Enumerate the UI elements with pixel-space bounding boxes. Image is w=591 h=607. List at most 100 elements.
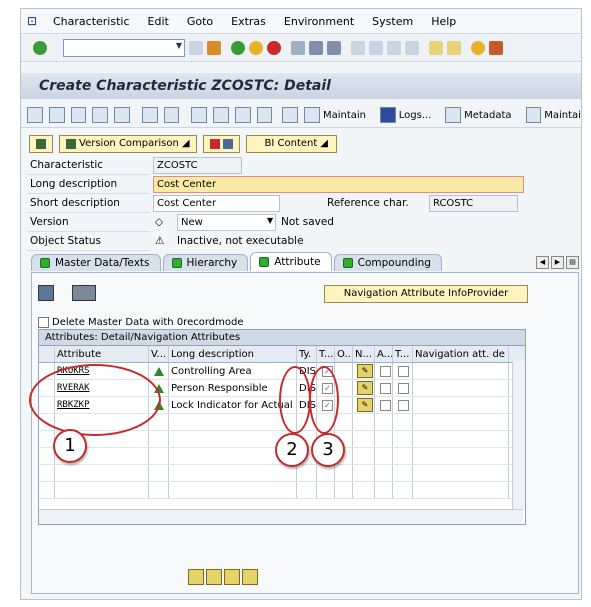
insert-row-icon[interactable] [188, 569, 204, 585]
header-o[interactable]: O... [335, 346, 353, 362]
header-t1[interactable]: T... [317, 346, 335, 362]
tab-attribute[interactable]: Attribute [250, 252, 332, 271]
header-a[interactable]: A... [375, 346, 393, 362]
network-icon[interactable] [282, 107, 299, 123]
menu-system[interactable]: System [372, 15, 413, 28]
short-description-input[interactable]: Cost Center [153, 195, 280, 212]
tab-next-icon[interactable]: ▶ [551, 256, 564, 269]
header-attribute[interactable]: Attribute [55, 346, 149, 362]
text-checkbox[interactable] [398, 365, 409, 377]
activate-icon[interactable] [191, 107, 208, 123]
print-icon[interactable] [291, 41, 305, 55]
hierarchy-icon[interactable] [92, 107, 109, 123]
first-page-icon[interactable] [351, 41, 365, 55]
delete-row-icon[interactable] [224, 569, 240, 585]
delete-master-data-checkbox[interactable]: Delete Master Data with 0recordmode [38, 317, 243, 328]
header-type[interactable]: Ty. [297, 346, 317, 362]
version-comparison-button[interactable]: Version Comparison ◢ [59, 135, 197, 153]
vertical-scrollbar[interactable] [512, 361, 525, 509]
checkbox-box[interactable] [38, 317, 49, 328]
menu-help[interactable]: Help [431, 15, 456, 28]
navigation-edit-icon[interactable]: ✎ [357, 381, 373, 395]
menu-extras[interactable]: Extras [231, 15, 266, 28]
menu-edit[interactable]: Edit [148, 15, 169, 28]
maintain-button[interactable]: Maintain [323, 110, 366, 121]
next-page-icon[interactable] [387, 41, 401, 55]
bi-content-button[interactable]: BI Content ◢ [245, 135, 337, 153]
header-n[interactable]: N... [353, 346, 375, 362]
check-icon[interactable] [141, 107, 158, 123]
find-next-icon[interactable] [327, 41, 341, 55]
binoculars-icon[interactable] [72, 285, 96, 301]
version-dropdown-icon[interactable]: ▼ [267, 216, 273, 225]
last-page-icon[interactable] [405, 41, 419, 55]
exit-icon[interactable] [249, 41, 263, 55]
menu-characteristic[interactable]: Characteristic [53, 15, 130, 28]
help-icon[interactable] [471, 41, 485, 55]
shortcut-icon[interactable] [447, 41, 461, 55]
header-t2[interactable]: T... [393, 346, 413, 362]
command-field[interactable] [63, 39, 185, 57]
table-icon[interactable] [114, 107, 130, 123]
authorization-checkbox[interactable] [380, 365, 391, 377]
prev-page-icon[interactable] [369, 41, 383, 55]
menu-goto[interactable]: Goto [187, 15, 213, 28]
tab-prev-icon[interactable]: ◀ [536, 256, 549, 269]
sap-window: ⊡ Characteristic Edit Goto Extras Enviro… [20, 8, 582, 600]
header-v[interactable]: V... [149, 346, 169, 362]
authorization-checkbox[interactable] [380, 382, 391, 394]
transport-button[interactable] [202, 135, 240, 153]
back-icon[interactable] [189, 41, 203, 55]
header-long-description[interactable]: Long description [169, 346, 297, 362]
page-title: Create Characteristic ZCOSTC: Detail [39, 78, 331, 94]
navigation-edit-icon[interactable]: ✎ [357, 398, 373, 412]
horizontal-scrollbar[interactable] [39, 509, 523, 524]
sap-menu-icon[interactable]: ⊡ [27, 14, 45, 28]
new-icon[interactable] [234, 107, 251, 123]
green-arrow-icon[interactable] [231, 41, 245, 55]
navigation-attribute-infoprovider-button[interactable]: Navigation Attribute InfoProvider [324, 285, 528, 303]
forward-arrow-icon[interactable] [48, 107, 65, 123]
authorization-checkbox[interactable] [380, 399, 391, 411]
display-icon[interactable] [70, 107, 87, 123]
text-checkbox[interactable] [398, 382, 409, 394]
tab-hierarchy[interactable]: Hierarchy [162, 254, 249, 271]
row-long-description: Long description Cost Center [27, 176, 577, 195]
transfer-icon[interactable] [256, 107, 273, 123]
tree-button[interactable] [29, 135, 53, 153]
detail-icon[interactable] [38, 285, 54, 301]
connect-icon [222, 139, 233, 149]
metadata-icon[interactable] [445, 107, 462, 123]
long-description-input[interactable]: Cost Center [153, 176, 524, 193]
navigation-edit-icon[interactable]: ✎ [357, 364, 373, 378]
tab-compounding[interactable]: Compounding [333, 254, 442, 271]
copy-row-icon[interactable] [242, 569, 258, 585]
select-all-cell[interactable] [39, 346, 55, 362]
tab-master-data[interactable]: Master Data/Texts [31, 254, 161, 271]
logs-icon[interactable] [380, 107, 396, 123]
tab-navigation: ◀ ▶ ▤ [536, 256, 579, 272]
layout-icon[interactable] [489, 41, 503, 55]
table-row[interactable] [39, 465, 525, 482]
version-select[interactable]: New [177, 214, 276, 231]
table-row[interactable] [39, 482, 525, 499]
text-checkbox[interactable] [398, 399, 409, 411]
maintain-icon[interactable] [304, 107, 320, 123]
where-used-icon[interactable] [163, 107, 180, 123]
header-navigation-att[interactable]: Navigation att. de [413, 346, 509, 362]
new-session-icon[interactable] [429, 41, 443, 55]
menu-environment[interactable]: Environment [284, 15, 354, 28]
logs-button[interactable]: Logs... [399, 110, 432, 121]
save-icon[interactable] [207, 41, 221, 55]
metadata-button[interactable]: Metadata [464, 110, 511, 121]
find-icon[interactable] [309, 41, 323, 55]
enter-icon[interactable] [33, 41, 47, 55]
back-arrow-icon[interactable] [27, 107, 43, 123]
grid-header: Attribute V... Long description Ty. T...… [39, 346, 525, 363]
maintain-2-icon[interactable] [525, 107, 542, 123]
tab-list-icon[interactable]: ▤ [566, 256, 579, 269]
info-icon[interactable] [213, 107, 229, 123]
append-row-icon[interactable] [206, 569, 222, 585]
maintain-2-button[interactable]: Maintai [544, 110, 581, 121]
cancel-icon[interactable] [267, 41, 281, 55]
